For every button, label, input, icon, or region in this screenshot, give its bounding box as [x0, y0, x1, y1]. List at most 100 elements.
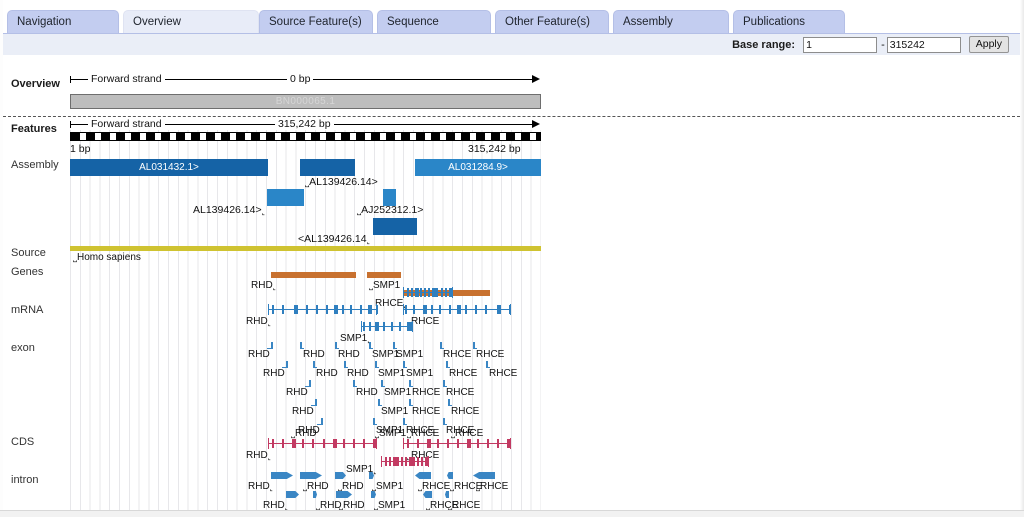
- cds-exon: [467, 439, 471, 448]
- exon-label: RHD: [286, 387, 308, 398]
- cds-exon: [292, 439, 296, 448]
- exon-label: RHCE: [443, 349, 472, 360]
- mrna-transcript[interactable]: [403, 286, 453, 299]
- cds-exon: [437, 439, 439, 448]
- assembly-block[interactable]: [267, 189, 304, 206]
- exon-label: RHD: [303, 349, 325, 360]
- exon-tick[interactable]: [321, 418, 323, 425]
- apply-button[interactable]: Apply: [968, 36, 1009, 53]
- mrna-exon: [282, 305, 284, 314]
- gene-bar[interactable]: [367, 272, 401, 278]
- exon-label: RHD: [338, 349, 360, 360]
- mrna-label: RHD˻: [246, 316, 271, 327]
- cds-exon: [373, 439, 377, 448]
- cds-exon: [363, 439, 365, 448]
- exon-label: SMP1: [406, 368, 434, 379]
- cds-exon: [353, 439, 355, 448]
- exon-tick[interactable]: [286, 361, 288, 368]
- track-label-assembly: Assembly: [11, 159, 59, 171]
- gene-bar[interactable]: [271, 272, 356, 278]
- mrna-transcript[interactable]: [268, 303, 378, 316]
- exon-tick[interactable]: [271, 342, 273, 349]
- overview-contig-name: BN000065.1: [275, 96, 336, 107]
- tab-navigation[interactable]: Navigation: [7, 10, 119, 33]
- cds-exon: [413, 457, 415, 466]
- assembly-block-label: AL031432.1>: [139, 162, 199, 173]
- cds-exon: [497, 439, 499, 448]
- cds-exon: [417, 457, 419, 466]
- source-bar[interactable]: [70, 246, 541, 251]
- cds-exon: [417, 439, 419, 448]
- assembly-block[interactable]: AL031432.1>: [70, 159, 268, 176]
- cds-exon: [457, 439, 459, 448]
- tab-overview[interactable]: Overview: [123, 10, 259, 33]
- mrna-exon: [411, 288, 413, 297]
- mrna-exon: [326, 305, 328, 314]
- exon-label: RHD: [347, 368, 369, 379]
- mrna-exon: [316, 305, 318, 314]
- intron-label: ˽RHD: [338, 481, 364, 492]
- exon-tick[interactable]: [315, 399, 317, 406]
- tab-sequence[interactable]: Sequence: [377, 10, 491, 33]
- mrna-exon: [306, 305, 308, 314]
- cds-exon: [282, 439, 284, 448]
- mrna-exon: [420, 288, 422, 297]
- exon-label: RHCE: [476, 349, 505, 360]
- section-divider: [3, 116, 1020, 117]
- assembly-block[interactable]: [373, 218, 417, 235]
- mrna-exon: [457, 305, 461, 314]
- mrna-exon: [415, 288, 419, 297]
- assembly-block[interactable]: AL031284.9>: [415, 159, 541, 176]
- track-label-exon: exon: [11, 342, 35, 354]
- exon-tick[interactable]: [309, 380, 311, 387]
- cds-top-label: ˽SMP1: [375, 428, 407, 439]
- exon-label: RHCE: [451, 406, 480, 417]
- mrna-exon: [428, 288, 430, 297]
- base-range-end-input[interactable]: [886, 36, 961, 53]
- cds-transcript[interactable]: [268, 437, 377, 450]
- exon-label: RHCE: [446, 387, 475, 398]
- cds-exon: [272, 439, 274, 448]
- mrna-exon: [436, 288, 438, 297]
- exon-label: RHCE: [449, 368, 478, 379]
- mrna-exon: [334, 305, 338, 314]
- tab-assembly[interactable]: Assembly: [613, 10, 729, 33]
- cds-exon: [343, 439, 345, 448]
- track-label-source: Source: [11, 247, 46, 259]
- exon-label: RHD: [316, 368, 338, 379]
- cds-label: RHD˻: [246, 450, 271, 461]
- tab-other-feature-s[interactable]: Other Feature(s): [495, 10, 609, 33]
- exon-label: RHD: [263, 368, 285, 379]
- track-label-intron: intron: [11, 474, 39, 486]
- mrna-transcript[interactable]: [361, 320, 413, 333]
- mrna-exon: [407, 288, 409, 297]
- overview-contig-bar[interactable]: BN000065.1: [70, 94, 541, 109]
- tab-label: Source Feature(s): [269, 16, 362, 28]
- cds-transcript[interactable]: [403, 437, 511, 450]
- cds-transcript[interactable]: [381, 455, 429, 468]
- track-label-features: Features: [11, 123, 57, 135]
- tab-source-feature-s[interactable]: Source Feature(s): [259, 10, 373, 33]
- mrna-exon: [509, 305, 511, 314]
- mrna-exon: [375, 322, 379, 331]
- exon-label: SMP1: [396, 349, 424, 360]
- mrna-exon: [368, 305, 372, 314]
- tab-label: Assembly: [623, 16, 673, 28]
- mrna-exon: [405, 305, 407, 314]
- tab-publications[interactable]: Publications: [733, 10, 845, 33]
- cds-exon: [333, 439, 337, 448]
- window-top-edge: [0, 0, 1024, 4]
- tab-label: Overview: [133, 16, 181, 28]
- assembly-feature-label: AL139426.14>˻: [193, 204, 266, 216]
- features-left-coord: 1 bp: [70, 143, 91, 155]
- source-organism-label: ˽Homo sapiens: [73, 252, 141, 263]
- window-right-edge: [1020, 0, 1024, 517]
- tab-strip: Navigation Overview Source Feature(s) Seque…: [3, 5, 1020, 33]
- cds-exon: [487, 439, 489, 448]
- mrna-transcript[interactable]: [403, 303, 511, 316]
- mrna-exon: [411, 322, 413, 331]
- assembly-feature-label: ˽AJ252312.1>: [357, 204, 424, 216]
- base-range-start-input[interactable]: [803, 36, 878, 53]
- assembly-block[interactable]: [300, 159, 355, 176]
- base-range-label: Base range:: [732, 38, 796, 51]
